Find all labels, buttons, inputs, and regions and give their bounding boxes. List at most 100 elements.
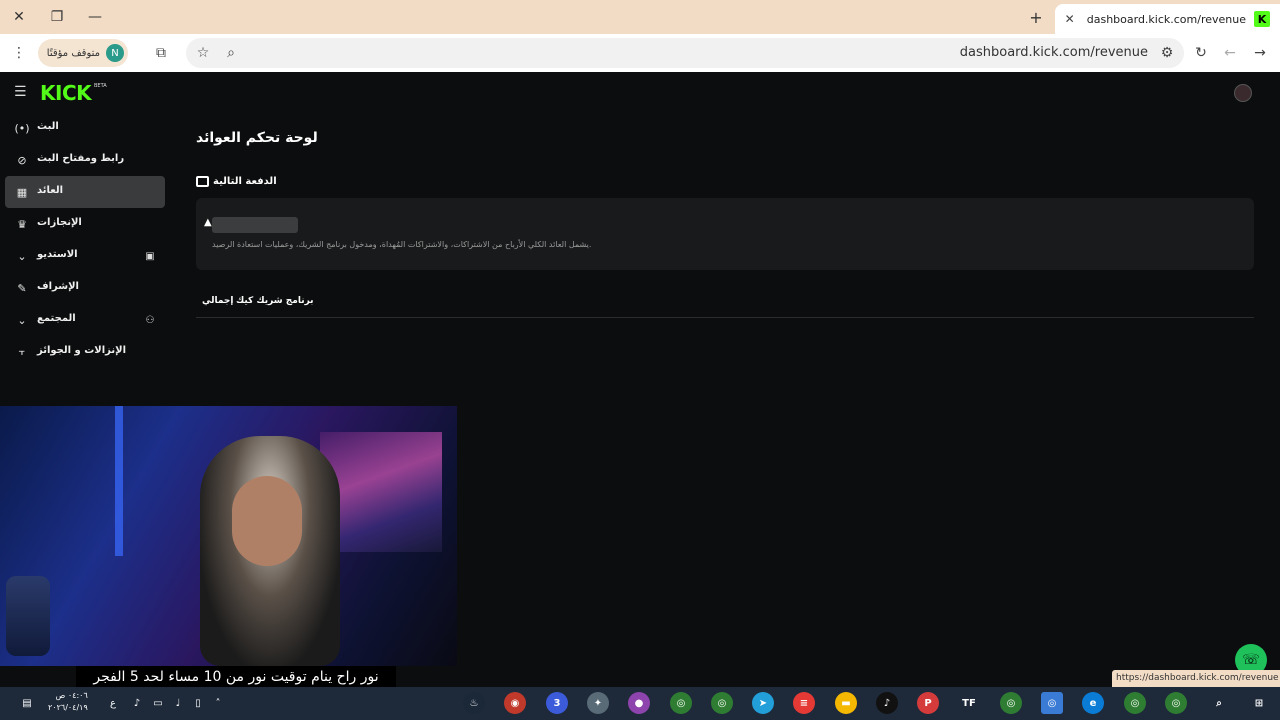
wrench-icon: ✎ [17,281,27,295]
sidebar-item-label: المجتمع [37,313,76,324]
notification-icon[interactable]: ▤ [20,696,34,710]
chevron-down-icon: ⌄ [17,249,27,263]
sidebar-item-label: رابط ومفتاح البث [37,153,125,164]
next-payout-card: ▲ يشمل العائد الكلي الأرباح من الاشتراكا… [196,198,1254,270]
forward-icon[interactable]: ← [1219,42,1241,64]
address-bar[interactable]: ☆ ⌕ dashboard.kick.com/revenue ⚙ [186,38,1184,68]
sidebar-item-label: الإنزالات و الجوائز [37,345,127,356]
time-text: ٠٤:٠٦ ص [55,691,88,700]
back-icon[interactable]: → [1249,42,1271,64]
steam-app-icon[interactable]: ♨ [463,692,485,714]
hamburger-menu-icon[interactable]: ☰ [14,84,30,100]
sidebar-item-label: البث [37,121,59,132]
app-3-icon[interactable]: 3 [546,692,568,714]
tray-overflow-icon[interactable]: ˄ [211,696,225,710]
community-icon: ⚇ [145,314,155,326]
beta-badge: BETA [94,83,107,89]
revenue-tabs: برنامج شريك كيك إجمالي [196,288,1254,318]
profile-avatar: N [106,44,124,62]
section-title: . الدفعة التالية [196,176,277,187]
file-explorer-icon[interactable]: ▬ [835,692,857,714]
chevron-down-icon: ⌄ [17,313,27,327]
tab-title: dashboard.kick.com/revenue [1086,12,1246,26]
sidebar-item-label: الإشراف [37,281,79,292]
device-icon[interactable]: ▯ [191,696,205,710]
browser-tab[interactable]: ✕ dashboard.kick.com/revenue K [1055,4,1280,34]
reload-icon[interactable]: ↻ [1190,42,1212,64]
sidebar-item-label: الإنجازات [37,217,82,228]
streamer-face [232,476,302,566]
card-note: يشمل العائد الكلي الأرباح من الاشتراكات،… [212,240,592,249]
webcam-overlay [0,406,457,666]
kick-favicon-icon: K [1254,11,1270,27]
close-window-icon[interactable]: ✕ [0,0,38,34]
date-text: ٢٠٢٦/٠٤/١٩ [48,703,88,712]
chrome-icon[interactable]: ◎ [1124,692,1146,714]
chrome-icon[interactable]: ◎ [1000,692,1022,714]
microphone-icon[interactable]: ♩ [171,696,185,710]
app-13-icon[interactable]: TF [958,692,980,714]
chart-icon: ▦ [16,185,28,199]
site-settings-icon[interactable]: ⚙ [1156,42,1178,64]
subtitle-caption: نور راح ينام توقيت نور من 10 مساء لحد 5 … [76,666,396,688]
sidebar-item-moderation[interactable]: ✎ الإشراف [5,272,165,304]
link-icon: ⊘ [17,153,27,167]
url-text[interactable]: dashboard.kick.com/revenue [960,45,1148,60]
mouse-cursor-icon: ▲ [204,217,212,228]
display-icon[interactable]: ▭ [151,696,165,710]
wallet-icon: . [196,176,209,187]
top-nav: ☰ KICK BETA [0,72,1280,114]
language-indicator[interactable]: ع [106,696,120,710]
browser-toolbar: ⋮ متوقف مؤقتًا N ⧉ ☆ ⌕ dashboard.kick.co… [0,34,1280,72]
search-icon[interactable]: ⌕ [1208,692,1230,714]
app-5-icon[interactable]: ● [628,692,650,714]
browser-tab-bar: ✕ ❐ — + ✕ dashboard.kick.com/revenue K [0,0,1280,34]
page-title: لوحة تحكم العوائد [196,130,318,146]
drops-icon: ⫟ [18,345,26,358]
new-tab-icon[interactable]: + [1025,6,1047,28]
bookmark-star-icon[interactable]: ☆ [192,42,214,64]
app-12-icon[interactable]: P [917,692,939,714]
studio-icon: ▣ [145,250,155,262]
trophy-icon: ♛ [17,217,27,231]
profile-button[interactable]: متوقف مؤقتًا N [38,39,128,67]
chrome-icon[interactable]: ◎ [711,692,733,714]
sidebar-item-studio[interactable]: ⌄ الاستديو ▣ [5,240,165,272]
extensions-icon[interactable]: ⧉ [150,42,172,64]
chrome-active-icon[interactable]: ◎ [1041,692,1063,714]
sidebar-item-revenue[interactable]: ▦ العائد [5,176,165,208]
menu-dots-icon[interactable]: ⋮ [8,42,30,64]
tab-close-icon[interactable]: ✕ [1061,12,1079,26]
profile-status: متوقف مؤقتًا [46,47,100,59]
broadcast-icon: (•) [14,121,30,135]
tiktok-icon[interactable]: ♪ [876,692,898,714]
microphone [6,576,50,656]
app-4-icon[interactable]: ✦ [587,692,609,714]
sidebar-item-label: العائد [37,185,64,196]
sidebar: (•) البث ⊘ رابط ومفتاح البث ▦ العائد ♛ ا… [0,112,170,368]
sidebar-item-label: الاستديو [37,249,78,260]
app-9-icon[interactable]: ≡ [793,692,815,714]
tab-total[interactable]: إجمالي [202,296,233,306]
loading-skeleton [212,217,298,233]
chrome-icon[interactable]: ◎ [670,692,692,714]
sidebar-item-community[interactable]: ⌄ المجتمع ⚇ [5,304,165,336]
kick-logo[interactable]: KICK [40,81,92,105]
windows-start-icon[interactable]: ⊞ [1248,692,1270,714]
clock[interactable]: ٠٤:٠٦ ص ٢٠٢٦/٠٤/١٩ [48,690,88,714]
search-icon[interactable]: ⌕ [220,42,242,64]
restore-window-icon[interactable]: ❐ [38,0,76,34]
tab-kick-partner[interactable]: برنامج شريك كيك [236,296,314,306]
minimize-window-icon[interactable]: — [76,0,114,34]
chrome-icon[interactable]: ◎ [1165,692,1187,714]
edge-icon[interactable]: e [1082,692,1104,714]
section-title-text: الدفعة التالية [213,176,277,187]
sidebar-item-stream-key[interactable]: ⊘ رابط ومفتاح البث [5,144,165,176]
sidebar-item-drops[interactable]: ⫟ الإنزالات و الجوائز [5,336,165,368]
sidebar-item-stream[interactable]: (•) البث [5,112,165,144]
volume-icon[interactable]: ♪ [130,696,144,710]
user-avatar[interactable] [1234,84,1252,102]
sidebar-item-achievements[interactable]: ♛ الإنجازات [5,208,165,240]
telegram-icon[interactable]: ➤ [752,692,774,714]
recorder-app-icon[interactable]: ◉ [504,692,526,714]
